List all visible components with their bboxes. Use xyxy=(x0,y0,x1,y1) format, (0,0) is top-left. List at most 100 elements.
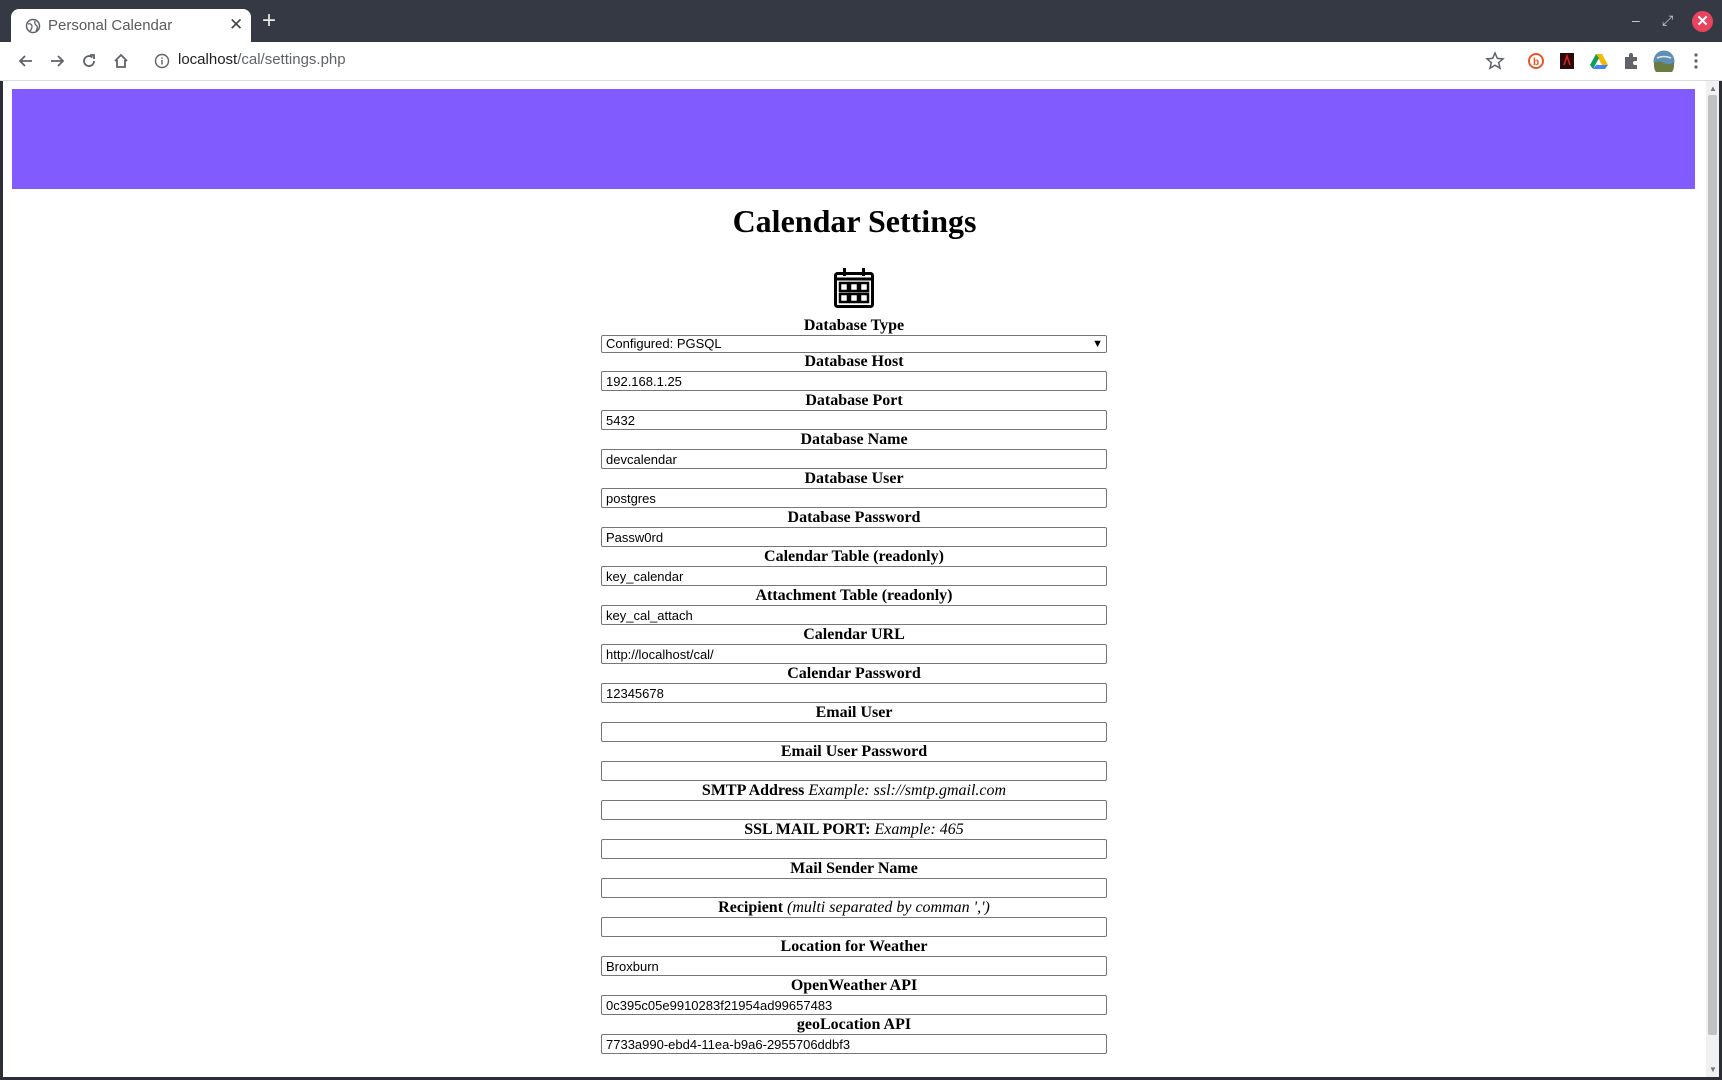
scroll-up-icon[interactable]: ▲ xyxy=(1709,84,1717,93)
header-banner xyxy=(12,89,1695,189)
scroll-down-icon[interactable]: ▼ xyxy=(1709,1065,1717,1074)
ssl-mail-port-input[interactable] xyxy=(601,839,1107,859)
field-database-password: Database Password xyxy=(601,508,1107,547)
recipient-label: Recipient (multi separated by comman ','… xyxy=(601,898,1107,917)
database-password-label: Database Password xyxy=(787,509,921,526)
info-icon[interactable] xyxy=(154,53,170,69)
field-attachment-table: Attachment Table (readonly) xyxy=(601,586,1107,625)
smtp-address-hint: Example: ssl://smtp.gmail.com xyxy=(808,782,1007,799)
database-user-label: Database User xyxy=(804,470,904,487)
database-name-label: Database Name xyxy=(800,431,908,448)
database-user-input[interactable] xyxy=(601,488,1107,508)
drive-icon[interactable] xyxy=(1589,51,1609,71)
extension-pdf-icon[interactable] xyxy=(1557,51,1577,71)
calendar-icon xyxy=(834,268,874,308)
ssl-mail-port-label: SSL MAIL PORT: Example: 465 xyxy=(601,820,1107,839)
database-type-select[interactable]: Configured: PGSQL ▼ xyxy=(601,335,1107,353)
reload-icon[interactable] xyxy=(80,52,98,70)
field-calendar-url: Calendar URL xyxy=(601,625,1107,664)
home-icon[interactable] xyxy=(112,52,130,70)
geolocation-api-input[interactable] xyxy=(601,1034,1107,1054)
calendar-password-label: Calendar Password xyxy=(787,665,921,682)
close-icon[interactable]: ✕ xyxy=(229,15,243,35)
page-title: Calendar Settings xyxy=(732,203,977,239)
calendar-table-label: Calendar Table (readonly) xyxy=(764,548,944,565)
browser-tab[interactable]: Personal Calendar ✕ xyxy=(11,9,251,43)
email-user-input[interactable] xyxy=(601,722,1107,742)
field-weather-location: Location for Weather xyxy=(601,937,1107,976)
weather-location-label: Location for Weather xyxy=(780,938,928,955)
tab-strip: Personal Calendar ✕ + – ⤢ ✕ xyxy=(0,0,1722,43)
address-bar[interactable]: localhost/cal/settings.php xyxy=(178,51,346,68)
recipient-input[interactable] xyxy=(601,917,1107,937)
field-email-user-password: Email User Password xyxy=(601,742,1107,781)
email-user-password-input[interactable] xyxy=(601,761,1107,781)
forward-icon[interactable] xyxy=(48,52,66,70)
extensions-icon[interactable] xyxy=(1621,51,1641,71)
email-user-label: Email User xyxy=(815,704,893,721)
field-database-type: Database Type Configured: PGSQL ▼ xyxy=(601,316,1107,353)
calendar-table-input[interactable] xyxy=(601,566,1107,586)
ssl-mail-port-hint: Example: 465 xyxy=(874,821,964,838)
field-calendar-password: Calendar Password xyxy=(601,664,1107,703)
new-tab-button[interactable]: + xyxy=(262,9,276,33)
recipient-hint: (multi separated by comman ',') xyxy=(787,899,990,916)
weather-location-input[interactable] xyxy=(601,956,1107,976)
openweather-api-input[interactable] xyxy=(601,995,1107,1015)
ssl-mail-port-label-text: SSL MAIL PORT: xyxy=(744,821,871,838)
url-path: /cal/settings.php xyxy=(237,51,346,68)
field-mail-sender-name: Mail Sender Name xyxy=(601,859,1107,898)
url-host: localhost xyxy=(178,51,238,68)
geolocation-api-label: geoLocation API xyxy=(796,1016,912,1033)
database-host-label: Database Host xyxy=(804,353,904,370)
minimize-icon[interactable]: – xyxy=(1632,12,1640,28)
database-host-input[interactable] xyxy=(601,371,1107,391)
field-ssl-mail-port: SSL MAIL PORT: Example: 465 xyxy=(601,820,1107,859)
extension-b-icon[interactable]: b xyxy=(1526,51,1546,71)
field-database-user: Database User xyxy=(601,469,1107,508)
smtp-address-label-text: SMTP Address xyxy=(701,782,805,799)
field-recipient: Recipient (multi separated by comman ','… xyxy=(601,898,1107,937)
svg-text:b: b xyxy=(1533,57,1539,68)
openweather-api-label: OpenWeather API xyxy=(790,977,918,994)
profile-avatar[interactable] xyxy=(1653,50,1675,72)
database-port-input[interactable] xyxy=(601,410,1107,430)
menu-icon[interactable] xyxy=(1686,51,1706,71)
email-user-password-label: Email User Password xyxy=(780,743,928,760)
calendar-url-label: Calendar URL xyxy=(803,626,905,643)
database-type-value: Configured: PGSQL xyxy=(606,336,722,351)
field-openweather-api: OpenWeather API xyxy=(601,976,1107,1015)
chevron-down-icon: ▼ xyxy=(1092,338,1103,350)
calendar-url-input[interactable] xyxy=(601,644,1107,664)
calendar-password-input[interactable] xyxy=(601,683,1107,703)
star-icon[interactable] xyxy=(1485,51,1505,71)
field-geolocation-api: geoLocation API xyxy=(601,1015,1107,1054)
window-close-button[interactable]: ✕ xyxy=(1692,11,1713,32)
recipient-label-text: Recipient xyxy=(718,899,784,916)
field-database-name: Database Name xyxy=(601,430,1107,469)
maximize-icon[interactable]: ⤢ xyxy=(1662,12,1673,29)
smtp-address-label: SMTP Address Example: ssl://smtp.gmail.c… xyxy=(601,781,1107,800)
tab-title: Personal Calendar xyxy=(48,17,173,34)
smtp-address-input[interactable] xyxy=(601,800,1107,820)
field-email-user: Email User xyxy=(601,703,1107,742)
back-icon[interactable] xyxy=(17,52,35,70)
browser-toolbar: localhost/cal/settings.php b xyxy=(0,42,1722,81)
scrollbar-thumb[interactable] xyxy=(1708,95,1717,1035)
globe-icon xyxy=(25,18,41,34)
field-database-host: Database Host xyxy=(601,352,1107,391)
field-database-port: Database Port xyxy=(601,391,1107,430)
database-port-label: Database Port xyxy=(805,392,903,409)
settings-form: Database Type Configured: PGSQL ▼ Databa… xyxy=(601,316,1107,1054)
page-content: Calendar Settings Database Type Configur… xyxy=(3,81,1706,1077)
attachment-table-input[interactable] xyxy=(601,605,1107,625)
database-name-input[interactable] xyxy=(601,449,1107,469)
mail-sender-name-label: Mail Sender Name xyxy=(790,860,918,877)
page-scrollbar[interactable]: ▲ ▼ xyxy=(1706,81,1719,1077)
field-smtp-address: SMTP Address Example: ssl://smtp.gmail.c… xyxy=(601,781,1107,820)
database-type-label: Database Type xyxy=(803,317,905,334)
field-calendar-table: Calendar Table (readonly) xyxy=(601,547,1107,586)
attachment-table-label: Attachment Table (readonly) xyxy=(755,587,953,604)
database-password-input[interactable] xyxy=(601,527,1107,547)
mail-sender-name-input[interactable] xyxy=(601,878,1107,898)
